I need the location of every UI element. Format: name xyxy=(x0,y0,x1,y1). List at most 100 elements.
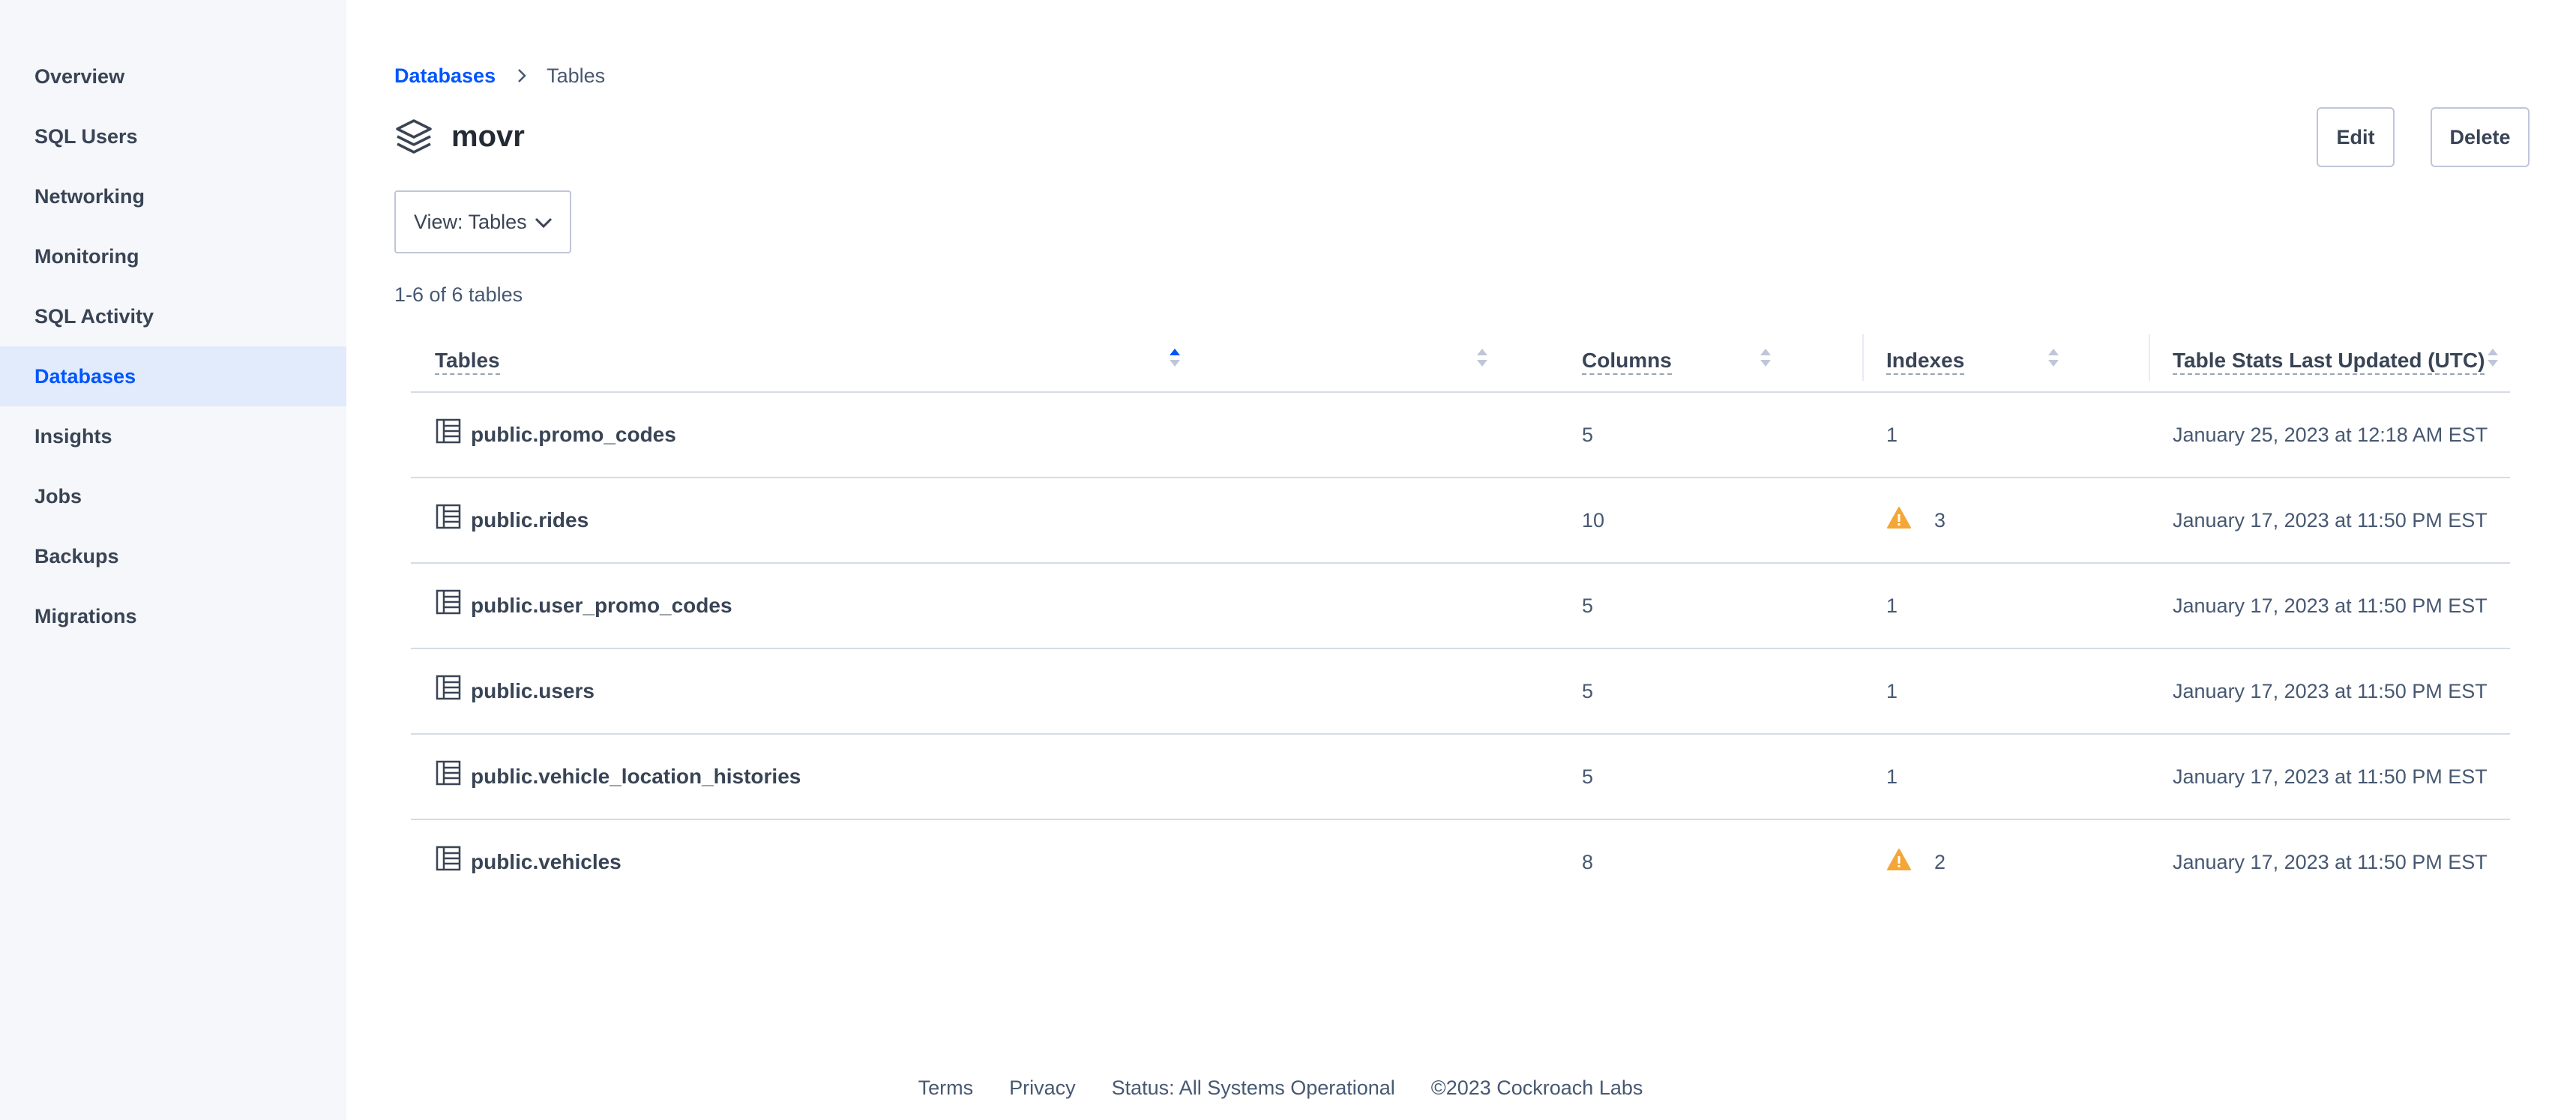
chevron-right-icon xyxy=(515,67,529,84)
table-icon xyxy=(435,759,462,786)
tables-table: Tables Columns Indexes Table Stats Last … xyxy=(411,334,2510,904)
table-header: Tables Columns Indexes Table Stats Last … xyxy=(411,334,2510,393)
table-name-link[interactable]: public.rides xyxy=(471,508,589,532)
sidebar-item-label: SQL Activity xyxy=(34,304,154,328)
chevron-down-icon xyxy=(532,211,555,234)
column-header-indexes[interactable]: Indexes xyxy=(1886,348,1965,375)
table-count: 1-6 of 6 tables xyxy=(394,283,523,306)
sort-icon[interactable] xyxy=(2047,345,2060,370)
terms-link[interactable]: Terms xyxy=(918,1077,974,1107)
columns-count: 8 xyxy=(1582,850,1594,873)
table-row[interactable]: public.user_promo_codes 5 1 January 17, … xyxy=(411,564,2510,649)
page-title: movr xyxy=(451,119,525,153)
table-row[interactable]: public.promo_codes 5 1 January 25, 2023 … xyxy=(411,393,2510,478)
sidebar-item-sql-activity[interactable]: SQL Activity xyxy=(0,286,346,346)
indexes-count: 1 xyxy=(1886,594,1898,617)
sort-ascending-icon[interactable] xyxy=(1168,345,1182,370)
indexes-count: 1 xyxy=(1886,765,1898,788)
table-row[interactable]: public.vehicle_location_histories 5 1 Ja… xyxy=(411,735,2510,820)
main-content: Databases Tables movr Edit Delete View: … xyxy=(346,0,2576,1120)
page-header: movr xyxy=(394,114,525,159)
sidebar-item-label: Backups xyxy=(34,544,119,567)
table-name-cell: public.users xyxy=(435,649,595,733)
sidebar: Overview SQL Users Networking Monitoring… xyxy=(0,0,346,1120)
columns-count: 5 xyxy=(1582,594,1594,617)
indexes-count: 1 xyxy=(1886,679,1898,702)
sort-icon[interactable] xyxy=(1475,345,1489,370)
view-select-value: View: Tables xyxy=(414,210,527,233)
sidebar-item-label: Databases xyxy=(34,364,136,388)
table-name-link[interactable]: public.promo_codes xyxy=(471,423,676,447)
sidebar-item-sql-users[interactable]: SQL Users xyxy=(0,106,346,166)
stats-updated: January 25, 2023 at 12:18 AM EST xyxy=(2173,423,2488,446)
table-row[interactable]: public.rides 10 3 January 17, 2023 at 11… xyxy=(411,478,2510,564)
sidebar-item-label: SQL Users xyxy=(34,124,138,148)
indexes-cell: 1 xyxy=(1886,564,1898,648)
indexes-count: 3 xyxy=(1934,508,1946,532)
sidebar-item-backups[interactable]: Backups xyxy=(0,526,346,586)
sort-icon[interactable] xyxy=(1759,345,1772,370)
table-icon xyxy=(435,845,462,872)
indexes-count: 2 xyxy=(1934,850,1946,873)
table-row[interactable]: public.users 5 1 January 17, 2023 at 11:… xyxy=(411,649,2510,735)
table-name-cell: public.vehicle_location_histories xyxy=(435,735,801,819)
stats-updated: January 17, 2023 at 11:50 PM EST xyxy=(2173,765,2488,788)
sidebar-item-label: Jobs xyxy=(34,484,82,508)
column-divider xyxy=(2149,334,2150,381)
stats-updated: January 17, 2023 at 11:50 PM EST xyxy=(2173,594,2488,617)
breadcrumb: Databases Tables xyxy=(394,63,605,88)
sidebar-item-overview[interactable]: Overview xyxy=(0,46,346,106)
column-header-stats-updated[interactable]: Table Stats Last Updated (UTC) xyxy=(2173,348,2485,375)
columns-count: 5 xyxy=(1582,765,1594,788)
table-icon xyxy=(435,503,462,530)
columns-count: 5 xyxy=(1582,679,1594,702)
footer: Terms Privacy Status: All Systems Operat… xyxy=(0,1077,2576,1107)
sidebar-item-label: Insights xyxy=(34,424,112,448)
sidebar-item-label: Monitoring xyxy=(34,244,139,268)
indexes-cell: 1 xyxy=(1886,393,1898,477)
edit-button[interactable]: Edit xyxy=(2317,107,2395,167)
columns-count: 5 xyxy=(1582,423,1594,446)
stats-updated: January 17, 2023 at 11:50 PM EST xyxy=(2173,679,2488,702)
table-icon xyxy=(435,418,462,445)
stats-updated: January 17, 2023 at 11:50 PM EST xyxy=(2173,508,2488,532)
column-header-columns[interactable]: Columns xyxy=(1582,348,1672,375)
table-icon xyxy=(435,674,462,701)
table-name-cell: public.vehicles xyxy=(435,820,622,904)
table-name-link[interactable]: public.users xyxy=(471,679,595,703)
table-name-link[interactable]: public.user_promo_codes xyxy=(471,594,732,618)
sidebar-item-label: Networking xyxy=(34,184,145,208)
sidebar-item-networking[interactable]: Networking xyxy=(0,166,346,226)
table-name-cell: public.rides xyxy=(435,478,589,562)
table-row[interactable]: public.vehicles 8 2 January 17, 2023 at … xyxy=(411,820,2510,904)
breadcrumb-databases-link[interactable]: Databases xyxy=(394,64,496,88)
breadcrumb-current: Tables xyxy=(547,64,606,87)
stats-updated: January 17, 2023 at 11:50 PM EST xyxy=(2173,850,2488,873)
sidebar-item-insights[interactable]: Insights xyxy=(0,406,346,466)
column-header-tables[interactable]: Tables xyxy=(435,348,500,375)
sidebar-item-monitoring[interactable]: Monitoring xyxy=(0,226,346,286)
privacy-link[interactable]: Privacy xyxy=(1009,1077,1076,1107)
table-name-link[interactable]: public.vehicle_location_histories xyxy=(471,765,801,789)
warning-icon[interactable] xyxy=(1886,847,1912,873)
column-divider xyxy=(1862,334,1864,381)
sort-icon[interactable] xyxy=(2486,345,2500,370)
indexes-cell: 1 xyxy=(1886,735,1898,819)
table-name-cell: public.user_promo_codes xyxy=(435,564,732,648)
table-icon xyxy=(435,588,462,615)
sidebar-item-jobs[interactable]: Jobs xyxy=(0,466,346,526)
copyright-text: ©2023 Cockroach Labs xyxy=(1430,1077,1643,1099)
indexes-cell: 1 xyxy=(1886,649,1898,733)
table-name-cell: public.promo_codes xyxy=(435,393,676,477)
view-select-dropdown[interactable]: View: Tables xyxy=(394,190,571,253)
sidebar-item-migrations[interactable]: Migrations xyxy=(0,586,346,646)
sidebar-item-label: Migrations xyxy=(34,604,137,627)
columns-count: 10 xyxy=(1582,508,1605,532)
delete-button[interactable]: Delete xyxy=(2431,107,2530,167)
sidebar-item-databases[interactable]: Databases xyxy=(0,346,346,406)
indexes-count: 1 xyxy=(1886,423,1898,446)
indexes-cell: 2 xyxy=(1886,820,1945,904)
table-name-link[interactable]: public.vehicles xyxy=(471,850,622,874)
status-link[interactable]: Status: All Systems Operational xyxy=(1112,1077,1395,1107)
warning-icon[interactable] xyxy=(1886,505,1912,531)
